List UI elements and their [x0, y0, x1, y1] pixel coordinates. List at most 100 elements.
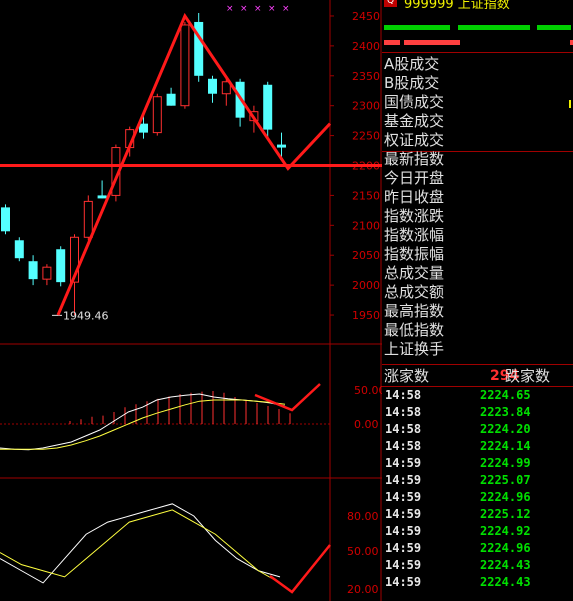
tick-row: 14:59 2224.96 — [382, 489, 573, 506]
candle-down-body — [277, 144, 286, 148]
kdj-annotation — [269, 544, 331, 594]
code-badge: Q — [384, 0, 397, 7]
index-title: 999999 上证指数 — [404, 0, 510, 12]
tick-row: 14:59 2224.43 — [382, 557, 573, 574]
candle-down-body — [208, 78, 217, 94]
field-list: A股成交 B股成交 国债成交 基金成交 权证成交 最新指数 今日开盘 昨日收盘 … — [382, 55, 573, 359]
kdj-k-line — [0, 503, 281, 584]
advance-decline-row: 涨家数 294 跌家数 — [382, 366, 573, 386]
tick-price: 2225.07 — [480, 473, 531, 487]
candle-up-body — [180, 24, 190, 107]
price-tick-label: 1950 — [352, 309, 380, 322]
field-change-pct: 指数涨幅 — [384, 226, 445, 244]
tick-time: 14:59 — [385, 473, 422, 487]
tick-price: 2224.96 — [480, 541, 531, 555]
field-high: 最高指数 — [384, 302, 445, 320]
price-tick-label: 2000 — [352, 279, 380, 292]
tick-row: 14:59 2224.92 — [382, 523, 573, 540]
signal-marker: × — [226, 4, 234, 14]
tick-price: 2223.84 — [480, 405, 531, 419]
tick-price: 2225.12 — [480, 507, 531, 521]
field-bond: 国债成交 — [384, 93, 445, 111]
tick-price: 2224.20 — [480, 422, 531, 436]
field-amount: 总成交额 — [384, 283, 445, 301]
green-bar-3 — [537, 25, 571, 30]
field-turnover: 上证换手 — [384, 340, 445, 358]
field-open: 今日开盘 — [384, 169, 445, 187]
signal-marker: × — [268, 4, 276, 14]
field-a-share: A股成交 — [384, 55, 440, 73]
tick-row: 14:59 2225.12 — [382, 506, 573, 523]
rise-label: 涨家数 — [384, 367, 430, 385]
field-prev-close: 昨日收盘 — [384, 188, 445, 206]
tick-price: 2224.92 — [480, 524, 531, 538]
header-divider — [382, 52, 573, 53]
kline-chart[interactable]: 2450240023502300225022002150210020502000… — [0, 0, 382, 601]
field-warrant: 权证成交 — [384, 131, 445, 149]
field-amplitude: 指数振幅 — [384, 245, 445, 263]
field-volume: 总成交量 — [384, 264, 445, 282]
price-tick-label: 2150 — [352, 189, 380, 202]
tick-time: 14:59 — [385, 456, 422, 470]
tick-row: 14:59 2224.96 — [382, 540, 573, 557]
field-low: 最低指数 — [384, 321, 445, 339]
advance-divider — [382, 364, 573, 365]
price-tick-label: 2350 — [352, 70, 380, 83]
red-bar-2 — [404, 40, 460, 45]
macd-tick-label: 50.00 — [354, 384, 382, 397]
tick-price: 2224.43 — [480, 575, 531, 589]
tick-time: 14:58 — [385, 405, 422, 419]
tick-list[interactable]: 14:58 2224.65 14:58 2223.84 14:58 2224.20 1… — [382, 387, 573, 591]
field-b-share: B股成交 — [384, 74, 440, 92]
tick-time: 14:59 — [385, 524, 422, 538]
signal-marker: × — [240, 4, 248, 14]
macd-tick-label: 0.00 — [354, 418, 379, 431]
macd-annotation — [254, 383, 321, 412]
tick-time: 14:59 — [385, 558, 422, 572]
candle-down-body — [139, 123, 148, 133]
candle-up-body — [152, 96, 162, 134]
tick-time: 14:59 — [385, 490, 422, 504]
tick-row: 14:59 2224.99 — [382, 455, 573, 472]
tick-row: 14:58 2223.84 — [382, 404, 573, 421]
price-tick-label: 2050 — [352, 249, 380, 262]
green-bar-2 — [458, 25, 530, 30]
tick-time: 14:59 — [385, 507, 422, 521]
tick-row: 14:58 2224.65 — [382, 387, 573, 404]
tick-price: 2224.99 — [480, 456, 531, 470]
price-tick-label: 2100 — [352, 219, 380, 232]
tick-time: 14:58 — [385, 422, 422, 436]
tick-row: 14:58 2224.20 — [382, 421, 573, 438]
tick-row: 14:59 2224.43 — [382, 574, 573, 591]
candle-down-body — [14, 240, 24, 259]
candle-down-body — [166, 93, 176, 106]
candle-up-body — [83, 200, 93, 238]
candle-down-body — [56, 249, 66, 283]
price-tick-label: 2300 — [352, 100, 380, 113]
quote-header: Q 999999 上证指数 — [382, 0, 573, 52]
tick-time: 14:59 — [385, 575, 422, 589]
tick-time: 14:59 — [385, 541, 422, 555]
fall-label: 跌家数 — [505, 367, 551, 385]
tick-price: 2224.65 — [480, 388, 531, 402]
candle-down-body — [97, 195, 107, 199]
green-bar-1 — [384, 25, 450, 30]
field-fund: 基金成交 — [384, 112, 445, 130]
field-change: 指数涨跌 — [384, 207, 445, 225]
kdj-tick-label: 50.00 — [347, 545, 379, 558]
index-name: 上证指数 — [457, 0, 510, 12]
red-bar-1 — [384, 40, 400, 45]
tick-price: 2224.43 — [480, 558, 531, 572]
index-code: 999999 — [404, 0, 454, 12]
price-tick-label: 2450 — [352, 10, 380, 23]
candle-down-body — [263, 84, 273, 130]
tick-row: 14:59 2225.07 — [382, 472, 573, 489]
tick-row: 14:58 2224.14 — [382, 438, 573, 455]
candle-down-body — [1, 207, 10, 232]
low-label: 1949.46 — [63, 309, 109, 322]
kdj-tick-label: 80.00 — [347, 510, 379, 523]
tick-price: 2224.14 — [480, 439, 531, 453]
tick-price: 2224.96 — [480, 490, 531, 504]
kdj-d-line — [0, 509, 281, 584]
price-tick-label: 2250 — [352, 130, 380, 143]
